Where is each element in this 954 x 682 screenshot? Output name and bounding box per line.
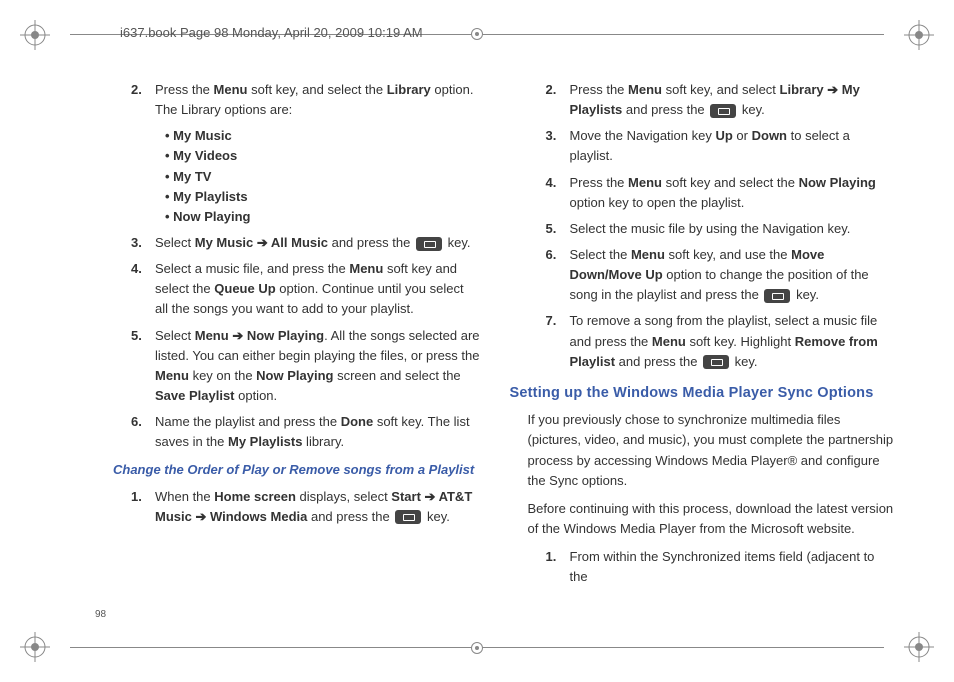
print-header: i637.book Page 98 Monday, April 20, 2009… [120,25,423,40]
step-text: Press the Menu soft key and select the N… [570,173,895,213]
list-item: 3. Select My Music ➔ All Music and press… [95,233,480,253]
step-number: 4. [131,259,155,319]
step-number: 3. [131,233,155,253]
step-text: Select the Menu soft key, and use the Mo… [570,245,895,305]
step-number: 4. [546,173,570,213]
bullet-item: My TV [165,167,480,187]
crop-mark-icon [20,632,50,662]
registration-dot-icon [471,28,483,40]
step-number: 6. [546,245,570,305]
list-item: 4. Select a music file, and press the Me… [95,259,480,319]
bullet-item: My Videos [165,146,480,166]
step-text: When the Home screen displays, select St… [155,487,480,527]
ok-key-icon [764,289,790,303]
section-heading: Setting up the Windows Media Player Sync… [510,382,895,404]
step-number: 5. [546,219,570,239]
list-item: 2. Press the Menu soft key, and select L… [510,80,895,120]
bullet-list: My Music My Videos My TV My Playlists No… [95,126,480,227]
step-text: Press the Menu soft key, and select Libr… [570,80,895,120]
crop-mark-icon [904,632,934,662]
step-number: 6. [131,412,155,452]
ok-key-icon [395,510,421,524]
list-item: 1. When the Home screen displays, select… [95,487,480,527]
step-text: From within the Synchronized items field… [570,547,895,587]
list-item: 2. Press the Menu soft key, and select t… [95,80,480,120]
step-text: Select the music file by using the Navig… [570,219,895,239]
step-text: Move the Navigation key Up or Down to se… [570,126,895,166]
step-number: 7. [546,311,570,371]
step-number: 2. [546,80,570,120]
step-number: 3. [546,126,570,166]
step-number: 1. [546,547,570,587]
step-text: Select My Music ➔ All Music and press th… [155,233,480,253]
ok-key-icon [416,237,442,251]
bullet-item: Now Playing [165,207,480,227]
subsection-heading: Change the Order of Play or Remove songs… [113,460,480,480]
step-text: Press the Menu soft key, and select the … [155,80,480,120]
registration-dot-icon [471,642,483,654]
page-number: 98 [95,609,106,620]
step-number: 1. [131,487,155,527]
step-text: To remove a song from the playlist, sele… [570,311,895,371]
page-content: 2. Press the Menu soft key, and select t… [95,80,894,612]
list-item: 5. Select the music file by using the Na… [510,219,895,239]
list-item: 3. Move the Navigation key Up or Down to… [510,126,895,166]
ok-key-icon [703,355,729,369]
list-item: 1. From within the Synchronized items fi… [510,547,895,587]
right-column: 2. Press the Menu soft key, and select L… [510,80,895,612]
step-text: Name the playlist and press the Done sof… [155,412,480,452]
list-item: 4. Press the Menu soft key and select th… [510,173,895,213]
bullet-item: My Music [165,126,480,146]
step-text: Select a music file, and press the Menu … [155,259,480,319]
paragraph: Before continuing with this process, dow… [528,499,895,539]
crop-mark-icon [904,20,934,50]
list-item: 6. Name the playlist and press the Done … [95,412,480,452]
step-number: 2. [131,80,155,120]
step-text: Select Menu ➔ Now Playing. All the songs… [155,326,480,407]
list-item: 7. To remove a song from the playlist, s… [510,311,895,371]
list-item: 6. Select the Menu soft key, and use the… [510,245,895,305]
paragraph: If you previously chose to synchronize m… [528,410,895,491]
list-item: 5. Select Menu ➔ Now Playing. All the so… [95,326,480,407]
crop-mark-icon [20,20,50,50]
ok-key-icon [710,104,736,118]
left-column: 2. Press the Menu soft key, and select t… [95,80,480,612]
bullet-item: My Playlists [165,187,480,207]
step-number: 5. [131,326,155,407]
